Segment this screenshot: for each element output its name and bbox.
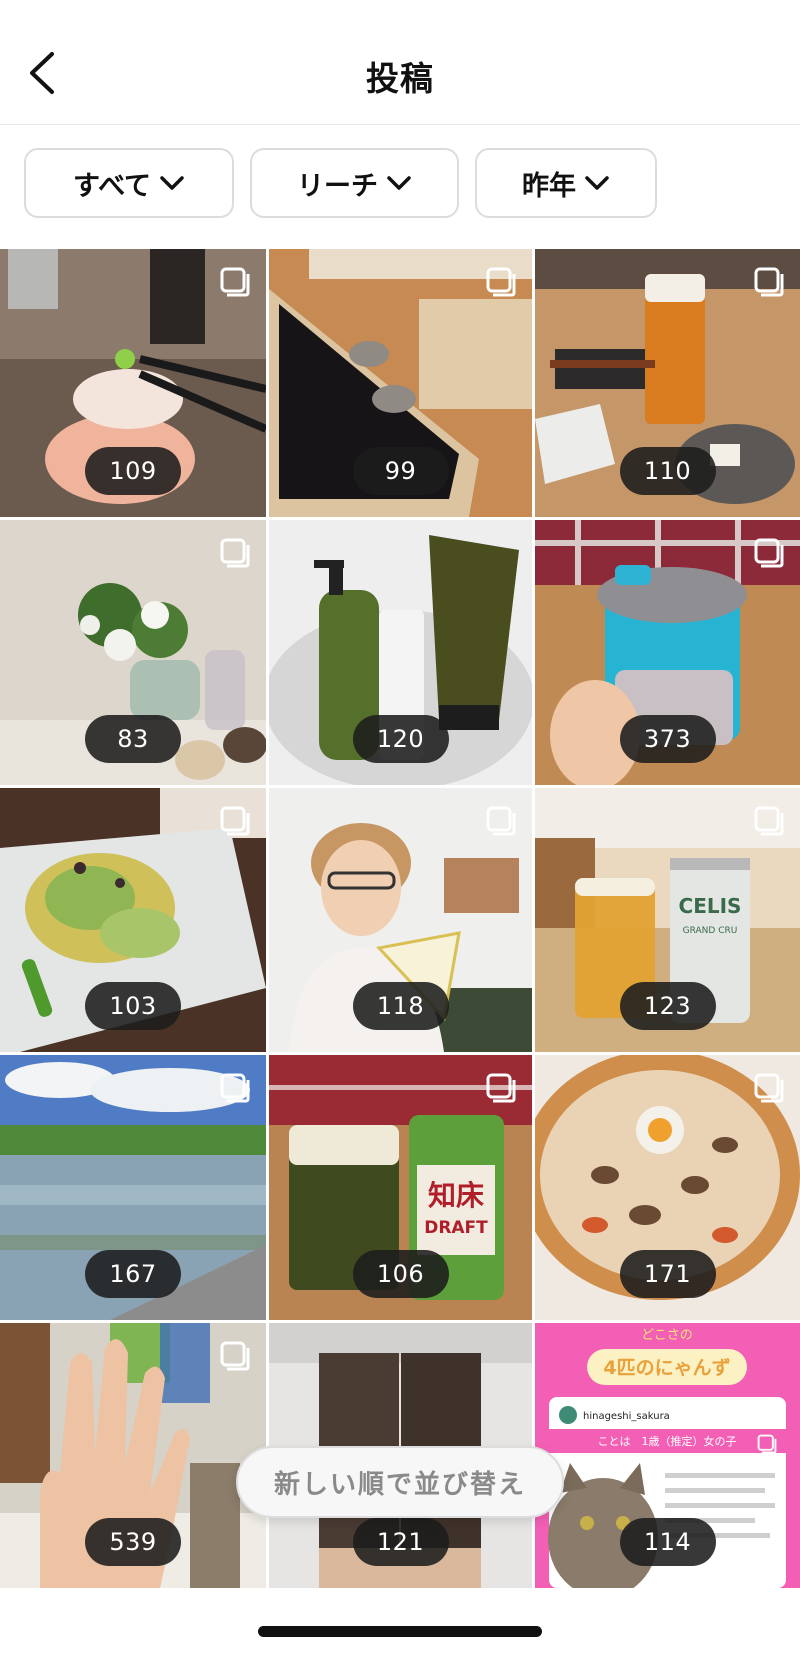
carousel-icon bbox=[486, 267, 516, 297]
filter-period-label: 昨年 bbox=[522, 170, 576, 202]
reach-count-badge: 120 bbox=[352, 715, 449, 763]
reach-count-badge: 167 bbox=[85, 1250, 181, 1298]
post-tile[interactable]: 99 bbox=[269, 249, 532, 517]
post-tile[interactable]: 373 bbox=[535, 520, 800, 785]
reach-count-badge: 114 bbox=[619, 1518, 716, 1566]
header: 投稿 bbox=[0, 0, 800, 125]
chevron-down-icon bbox=[585, 176, 609, 190]
post-tile[interactable]: 知床 DRAFT 106 bbox=[269, 1055, 532, 1320]
post-tile[interactable]: 118 bbox=[269, 788, 532, 1052]
reach-count-badge: 539 bbox=[85, 1518, 181, 1566]
cat-card-banner: 4匹のにゃんず bbox=[603, 1357, 730, 1379]
carousel-icon bbox=[754, 806, 784, 836]
reach-count-badge: 106 bbox=[352, 1250, 449, 1298]
carousel-icon bbox=[754, 267, 784, 297]
cat-card-row: ことは 1歳（推定）女の子 bbox=[598, 1434, 737, 1448]
carousel-icon bbox=[220, 1073, 250, 1103]
carousel-icon bbox=[220, 538, 250, 568]
carousel-icon bbox=[757, 1434, 777, 1454]
post-tile[interactable]: 103 bbox=[0, 788, 266, 1052]
reach-count-badge: 109 bbox=[85, 447, 181, 495]
post-tile[interactable]: 83 bbox=[0, 520, 266, 785]
cat-card-top-text: どこさの bbox=[641, 1328, 693, 1343]
can-label-text: DRAFT bbox=[424, 1218, 488, 1238]
reach-count-badge: 373 bbox=[619, 715, 716, 763]
filter-period-dropdown[interactable]: 昨年 bbox=[475, 148, 657, 218]
reach-count-badge: 99 bbox=[352, 447, 449, 495]
reach-count-badge: 103 bbox=[85, 982, 181, 1030]
carousel-icon bbox=[754, 538, 784, 568]
reach-count-badge: 110 bbox=[619, 447, 716, 495]
filter-bar: すべて リーチ 昨年 bbox=[0, 148, 800, 220]
sort-newest-button[interactable]: 新しい順で並び替え bbox=[236, 1446, 564, 1518]
filter-all-label: すべて bbox=[72, 170, 152, 202]
can-brand-text: CELIS bbox=[679, 894, 742, 918]
reach-count-badge: 123 bbox=[619, 982, 716, 1030]
reach-count-badge: 171 bbox=[619, 1250, 716, 1298]
post-tile[interactable]: 109 bbox=[0, 249, 266, 517]
carousel-icon bbox=[220, 267, 250, 297]
can-sub-text: GRAND CRU bbox=[683, 926, 738, 936]
carousel-icon bbox=[754, 1073, 784, 1103]
filter-reach-label: リーチ bbox=[297, 170, 378, 202]
chevron-down-icon bbox=[160, 176, 184, 190]
reach-count-badge: 121 bbox=[352, 1518, 449, 1566]
page-title: 投稿 bbox=[366, 59, 434, 98]
home-indicator bbox=[258, 1626, 542, 1637]
carousel-icon bbox=[486, 1073, 516, 1103]
post-tile[interactable]: 110 bbox=[535, 249, 800, 517]
carousel-icon bbox=[486, 806, 516, 836]
carousel-icon bbox=[220, 1341, 250, 1371]
filter-all-dropdown[interactable]: すべて bbox=[24, 148, 234, 218]
post-tile[interactable]: どこさの 4匹のにゃんず hinageshi_sakura ことは 1歳（推定）… bbox=[535, 1323, 800, 1588]
post-tile[interactable]: 120 bbox=[269, 520, 532, 785]
chevron-down-icon bbox=[387, 176, 411, 190]
reach-count-badge: 118 bbox=[352, 982, 449, 1030]
post-tile[interactable]: 167 bbox=[0, 1055, 266, 1320]
post-tile[interactable]: 171 bbox=[535, 1055, 800, 1320]
reach-count-badge: 83 bbox=[85, 715, 181, 763]
can-label-text: 知床 bbox=[428, 1179, 484, 1212]
post-tile[interactable]: 539 bbox=[0, 1323, 266, 1588]
carousel-icon bbox=[220, 806, 250, 836]
cat-card-username: hinageshi_sakura bbox=[583, 1411, 670, 1422]
filter-reach-dropdown[interactable]: リーチ bbox=[250, 148, 459, 218]
post-tile[interactable]: CELIS GRAND CRU 123 bbox=[535, 788, 800, 1052]
